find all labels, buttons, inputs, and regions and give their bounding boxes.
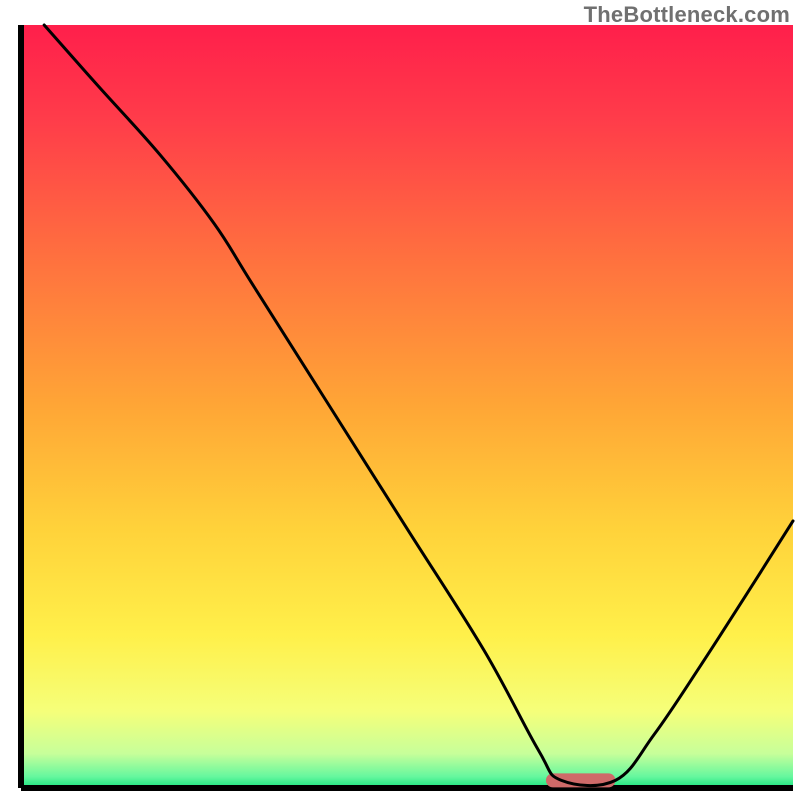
- chart-background-gradient: [21, 25, 793, 788]
- chart-stage: TheBottleneck.com: [0, 0, 800, 800]
- bottleneck-chart: [0, 0, 800, 800]
- watermark-text: TheBottleneck.com: [584, 2, 790, 28]
